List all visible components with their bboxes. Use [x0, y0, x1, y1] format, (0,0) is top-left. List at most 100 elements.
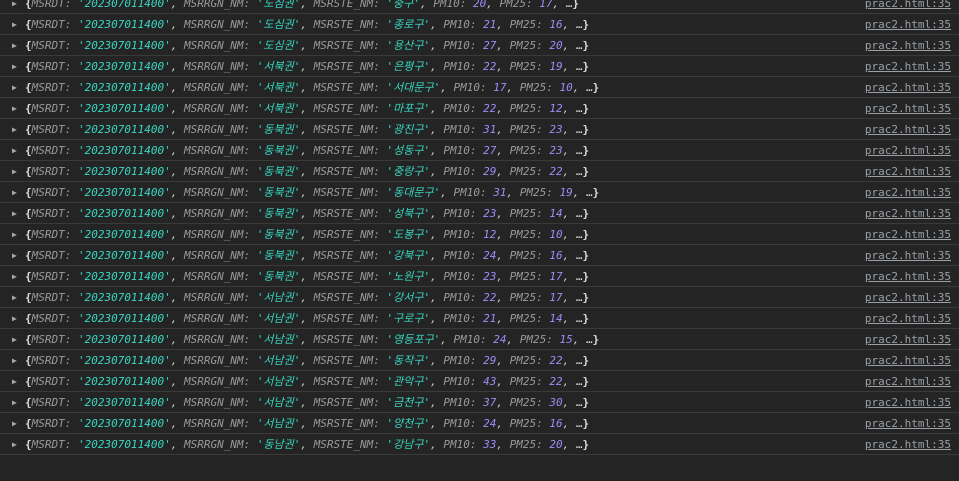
expand-triangle-icon[interactable]: ▶ — [12, 392, 22, 413]
console-row[interactable]: ▶ {MSRDT: '202307011400', MSRRGN_NM: '서남권… — [0, 413, 959, 434]
object-preview[interactable]: {MSRDT: '202307011400', MSRRGN_NM: '서남권'… — [25, 413, 589, 434]
expand-triangle-icon[interactable]: ▶ — [12, 224, 22, 245]
console-row[interactable]: ▶ {MSRDT: '202307011400', MSRRGN_NM: '동북권… — [0, 203, 959, 224]
object-preview[interactable]: {MSRDT: '202307011400', MSRRGN_NM: '동남권'… — [25, 434, 589, 455]
console-row[interactable]: ▶ {MSRDT: '202307011400', MSRRGN_NM: '서북권… — [0, 56, 959, 77]
key-pm25: PM25: — [509, 144, 550, 157]
key-pm10: PM10: — [433, 0, 474, 10]
console-row[interactable]: ▶ {MSRDT: '202307011400', MSRRGN_NM: '동북권… — [0, 245, 959, 266]
value-msrrgn-nm: '동북권' — [256, 144, 301, 157]
source-link[interactable]: prac2.html:35 — [865, 308, 951, 329]
console-row[interactable]: ▶ {MSRDT: '202307011400', MSRRGN_NM: '동북권… — [0, 182, 959, 203]
source-link[interactable]: prac2.html:35 — [865, 35, 951, 56]
object-preview[interactable]: {MSRDT: '202307011400', MSRRGN_NM: '서남권'… — [25, 392, 589, 413]
console-row[interactable]: ▶ {MSRDT: '202307011400', MSRRGN_NM: '동남권… — [0, 434, 959, 455]
object-preview[interactable]: {MSRDT: '202307011400', MSRRGN_NM: '동북권'… — [25, 203, 589, 224]
source-link[interactable]: prac2.html:35 — [865, 371, 951, 392]
value-msrste-nm: '동작구' — [386, 354, 431, 367]
expand-triangle-icon[interactable]: ▶ — [12, 56, 22, 77]
expand-triangle-icon[interactable]: ▶ — [12, 413, 22, 434]
expand-triangle-icon[interactable]: ▶ — [12, 98, 22, 119]
console-row[interactable]: ▶ {MSRDT: '202307011400', MSRRGN_NM: '서남권… — [0, 371, 959, 392]
expand-triangle-icon[interactable]: ▶ — [12, 14, 22, 35]
object-preview[interactable]: {MSRDT: '202307011400', MSRRGN_NM: '동북권'… — [25, 140, 589, 161]
value-msrdt: '202307011400' — [77, 60, 171, 73]
object-preview[interactable]: {MSRDT: '202307011400', MSRRGN_NM: '도심권'… — [25, 14, 589, 35]
source-link[interactable]: prac2.html:35 — [865, 224, 951, 245]
source-link[interactable]: prac2.html:35 — [865, 350, 951, 371]
console-row[interactable]: ▶ {MSRDT: '202307011400', MSRRGN_NM: '서남권… — [0, 308, 959, 329]
console-row[interactable]: ▶ {MSRDT: '202307011400', MSRRGN_NM: '서남권… — [0, 350, 959, 371]
source-link[interactable]: prac2.html:35 — [865, 182, 951, 203]
source-link[interactable]: prac2.html:35 — [865, 413, 951, 434]
expand-triangle-icon[interactable]: ▶ — [12, 119, 22, 140]
expand-triangle-icon[interactable]: ▶ — [12, 266, 22, 287]
object-preview[interactable]: {MSRDT: '202307011400', MSRRGN_NM: '서남권'… — [25, 371, 589, 392]
source-link[interactable]: prac2.html:35 — [865, 161, 951, 182]
key-msrdt: MSRDT: — [31, 18, 78, 31]
object-preview[interactable]: {MSRDT: '202307011400', MSRRGN_NM: '서북권'… — [25, 56, 589, 77]
console-row[interactable]: ▶ {MSRDT: '202307011400', MSRRGN_NM: '서북권… — [0, 77, 959, 98]
expand-triangle-icon[interactable]: ▶ — [12, 203, 22, 224]
expand-triangle-icon[interactable]: ▶ — [12, 182, 22, 203]
expand-triangle-icon[interactable]: ▶ — [12, 35, 22, 56]
object-preview[interactable]: {MSRDT: '202307011400', MSRRGN_NM: '서남권'… — [25, 350, 589, 371]
expand-triangle-icon[interactable]: ▶ — [12, 350, 22, 371]
object-preview[interactable]: {MSRDT: '202307011400', MSRRGN_NM: '동북권'… — [25, 119, 589, 140]
object-preview[interactable]: {MSRDT: '202307011400', MSRRGN_NM: '도심권'… — [25, 0, 579, 14]
expand-triangle-icon[interactable]: ▶ — [12, 140, 22, 161]
expand-triangle-icon[interactable]: ▶ — [12, 371, 22, 392]
expand-triangle-icon[interactable]: ▶ — [12, 287, 22, 308]
console-row[interactable]: ▶ {MSRDT: '202307011400', MSRRGN_NM: '동북권… — [0, 224, 959, 245]
console-row[interactable]: ▶ {MSRDT: '202307011400', MSRRGN_NM: '서북권… — [0, 98, 959, 119]
console-row[interactable]: ▶ {MSRDT: '202307011400', MSRRGN_NM: '동북권… — [0, 266, 959, 287]
console-row[interactable]: ▶ {MSRDT: '202307011400', MSRRGN_NM: '서남권… — [0, 329, 959, 350]
source-link[interactable]: prac2.html:35 — [865, 245, 951, 266]
console-row[interactable]: ▶ {MSRDT: '202307011400', MSRRGN_NM: '서남권… — [0, 287, 959, 308]
expand-triangle-icon[interactable]: ▶ — [12, 329, 22, 350]
object-preview[interactable]: {MSRDT: '202307011400', MSRRGN_NM: '동북권'… — [25, 245, 589, 266]
object-preview[interactable]: {MSRDT: '202307011400', MSRRGN_NM: '서남권'… — [25, 287, 589, 308]
source-link[interactable]: prac2.html:35 — [865, 0, 951, 14]
source-link[interactable]: prac2.html:35 — [865, 287, 951, 308]
expand-triangle-icon[interactable]: ▶ — [12, 245, 22, 266]
console-row[interactable]: ▶ {MSRDT: '202307011400', MSRRGN_NM: '도심권… — [0, 35, 959, 56]
source-link[interactable]: prac2.html:35 — [865, 119, 951, 140]
source-link[interactable]: prac2.html:35 — [865, 392, 951, 413]
object-preview[interactable]: {MSRDT: '202307011400', MSRRGN_NM: '서북권'… — [25, 77, 599, 98]
console-row[interactable]: ▶ {MSRDT: '202307011400', MSRRGN_NM: '동북권… — [0, 140, 959, 161]
source-link[interactable]: prac2.html:35 — [865, 329, 951, 350]
console-row[interactable]: ▶ {MSRDT: '202307011400', MSRRGN_NM: '도심권… — [0, 0, 959, 14]
object-preview[interactable]: {MSRDT: '202307011400', MSRRGN_NM: '서남권'… — [25, 308, 589, 329]
console-row[interactable]: ▶ {MSRDT: '202307011400', MSRRGN_NM: '동북권… — [0, 119, 959, 140]
object-preview[interactable]: {MSRDT: '202307011400', MSRRGN_NM: '서남권'… — [25, 329, 599, 350]
object-preview[interactable]: {MSRDT: '202307011400', MSRRGN_NM: '도심권'… — [25, 35, 589, 56]
object-preview[interactable]: {MSRDT: '202307011400', MSRRGN_NM: '동북권'… — [25, 224, 589, 245]
object-preview[interactable]: {MSRDT: '202307011400', MSRRGN_NM: '서북권'… — [25, 98, 589, 119]
expand-triangle-icon[interactable]: ▶ — [12, 161, 22, 182]
source-link[interactable]: prac2.html:35 — [865, 266, 951, 287]
value-msrdt: '202307011400' — [77, 0, 171, 10]
source-link[interactable]: prac2.html:35 — [865, 203, 951, 224]
console-row[interactable]: ▶ {MSRDT: '202307011400', MSRRGN_NM: '도심권… — [0, 14, 959, 35]
object-preview[interactable]: {MSRDT: '202307011400', MSRRGN_NM: '동북권'… — [25, 182, 599, 203]
console-row[interactable]: ▶ {MSRDT: '202307011400', MSRRGN_NM: '서남권… — [0, 392, 959, 413]
source-link[interactable]: prac2.html:35 — [865, 14, 951, 35]
ellipsis: … — [575, 375, 583, 388]
value-pm25: 22 — [549, 375, 563, 388]
ellipsis: … — [575, 165, 583, 178]
expand-triangle-icon[interactable]: ▶ — [12, 77, 22, 98]
source-link[interactable]: prac2.html:35 — [865, 56, 951, 77]
source-link[interactable]: prac2.html:35 — [865, 77, 951, 98]
source-link[interactable]: prac2.html:35 — [865, 98, 951, 119]
console-row[interactable]: ▶ {MSRDT: '202307011400', MSRRGN_NM: '동북권… — [0, 161, 959, 182]
source-link[interactable]: prac2.html:35 — [865, 140, 951, 161]
expand-triangle-icon[interactable]: ▶ — [12, 434, 22, 455]
expand-triangle-icon[interactable]: ▶ — [12, 308, 22, 329]
value-pm10: 21 — [483, 312, 497, 325]
value-msrste-nm: '광진구' — [386, 123, 431, 136]
source-link[interactable]: prac2.html:35 — [865, 434, 951, 455]
expand-triangle-icon[interactable]: ▶ — [12, 0, 22, 14]
object-preview[interactable]: {MSRDT: '202307011400', MSRRGN_NM: '동북권'… — [25, 161, 589, 182]
object-preview[interactable]: {MSRDT: '202307011400', MSRRGN_NM: '동북권'… — [25, 266, 589, 287]
